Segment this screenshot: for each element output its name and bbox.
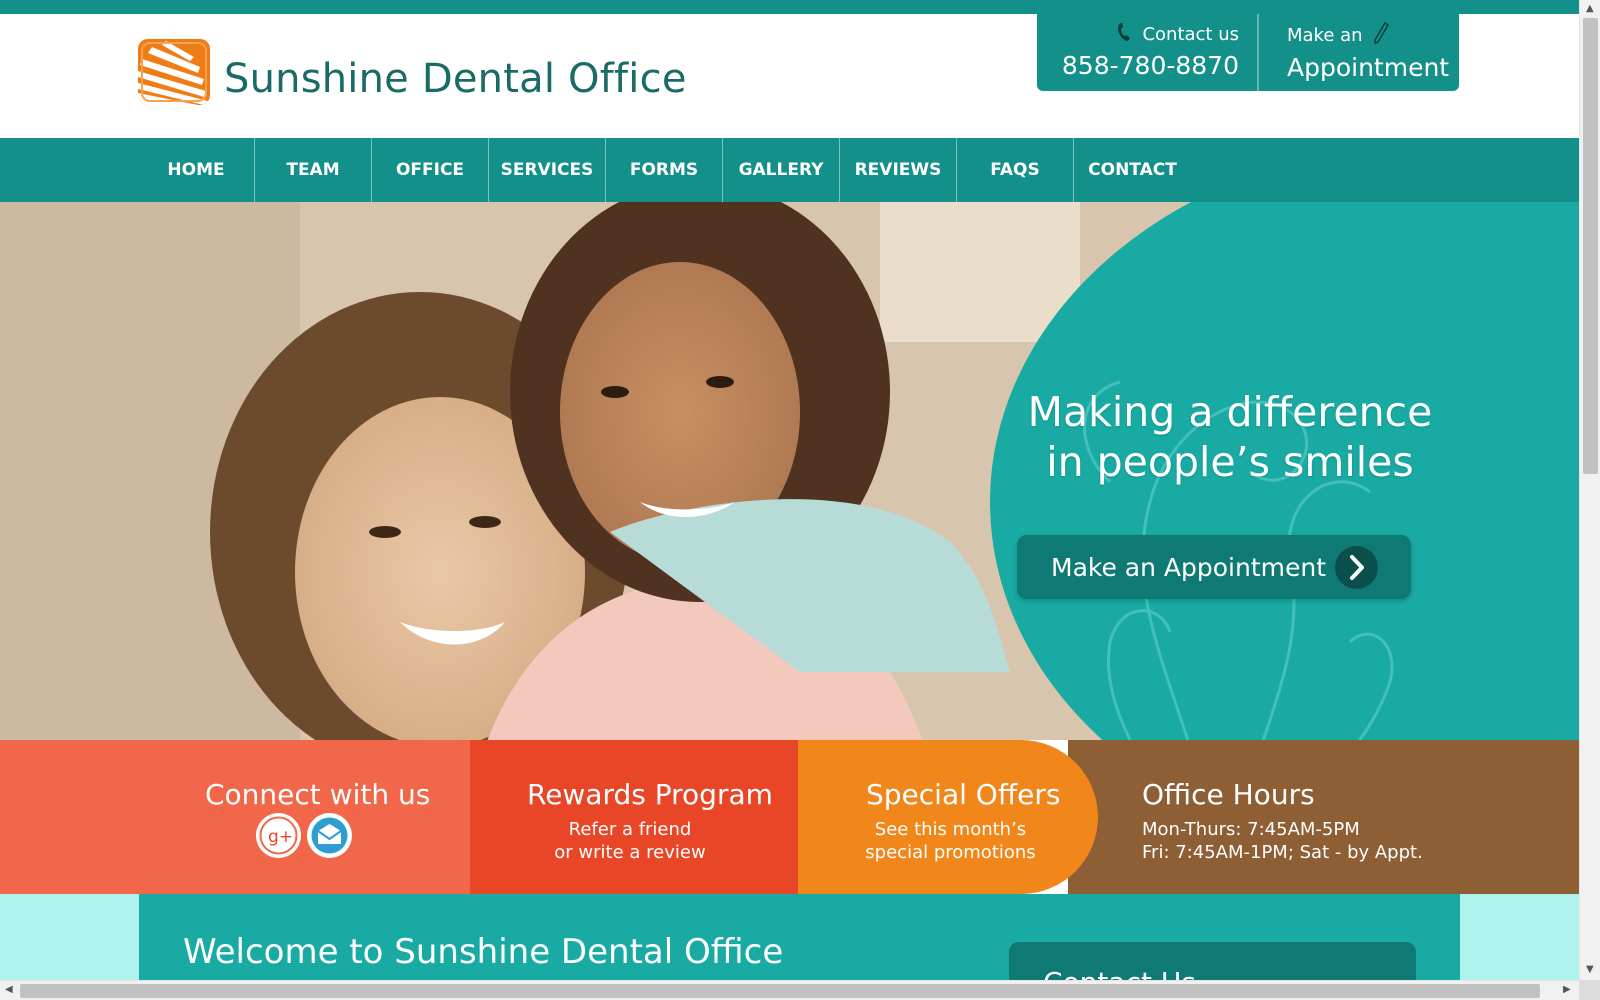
nav-item-office[interactable]: OFFICE xyxy=(372,138,489,202)
offers-line-1: See this month’s xyxy=(874,819,1027,840)
email-icon[interactable] xyxy=(307,813,352,858)
scroll-left-icon[interactable]: ◀ xyxy=(5,984,13,995)
site-header: Sunshine Dental Office Contact us 858-78… xyxy=(0,14,1579,138)
offers-title: Special Offers xyxy=(866,778,1061,811)
hours-panel: Office Hours Mon-Thurs: 7:45AM-5PM Fri: … xyxy=(1068,740,1579,894)
offers-panel[interactable]: Special Offers See this month’s special … xyxy=(798,740,1098,894)
nav-item-forms[interactable]: FORMS xyxy=(606,138,723,202)
contact-card-title: Contact Us xyxy=(1043,966,1196,980)
rewards-title: Rewards Program xyxy=(527,778,773,811)
hero-headline: Making a difference in people’s smiles xyxy=(1000,387,1460,487)
nav-item-reviews[interactable]: REVIEWS xyxy=(840,138,957,202)
phone-contact[interactable]: Contact us 858-780-8870 xyxy=(1037,14,1259,91)
phone-icon xyxy=(1116,22,1132,47)
contact-us-label: Contact us xyxy=(1142,24,1239,45)
hours-line-1: Mon-Thurs: 7:45AM-5PM xyxy=(1142,819,1360,840)
info-bar: Connect with us g+ Rewards Program Refer… xyxy=(0,740,1579,894)
page: Sunshine Dental Office Contact us 858-78… xyxy=(0,0,1579,980)
main-nav: HOME TEAM OFFICE SERVICES FORMS GALLERY … xyxy=(0,138,1579,202)
nav-item-contact[interactable]: CONTACT xyxy=(1074,138,1191,202)
make-appointment-label: Make an Appointment xyxy=(1051,552,1327,582)
brand-name: Sunshine Dental Office xyxy=(224,56,687,102)
scroll-right-icon[interactable]: ▶ xyxy=(1563,984,1571,995)
connect-panel: Connect with us g+ xyxy=(0,740,470,894)
scroll-up-icon[interactable]: ▲ xyxy=(1586,3,1594,14)
vertical-scrollbar[interactable]: ▲ ▼ xyxy=(1579,0,1600,980)
phone-number: 858-780-8870 xyxy=(1061,51,1239,80)
vertical-scroll-thumb[interactable] xyxy=(1583,18,1598,474)
nav-item-faqs[interactable]: FAQS xyxy=(957,138,1074,202)
google-plus-icon[interactable]: g+ xyxy=(256,813,301,858)
scrollbar-corner xyxy=(1579,980,1600,1000)
scroll-down-icon[interactable]: ▼ xyxy=(1586,964,1594,975)
nav-item-gallery[interactable]: GALLERY xyxy=(723,138,840,202)
contact-box: Contact us 858-780-8870 Make an Appointm… xyxy=(1037,14,1459,91)
headline-line-2: in people’s smiles xyxy=(1046,438,1414,486)
nav-item-team[interactable]: TEAM xyxy=(255,138,372,202)
top-strip xyxy=(0,0,1579,14)
connect-title: Connect with us xyxy=(205,778,431,811)
headline-line-1: Making a difference xyxy=(1027,388,1433,436)
hero-banner: Making a difference in people’s smiles M… xyxy=(0,202,1579,740)
offers-line-2: special promotions xyxy=(865,842,1036,863)
site-logo[interactable]: Sunshine Dental Office xyxy=(138,39,687,105)
rewards-panel[interactable]: Rewards Program Refer a friend or write … xyxy=(470,740,798,894)
horizontal-scrollbar[interactable]: ◀ ▶ xyxy=(0,980,1579,1000)
sun-logo-icon xyxy=(138,39,210,105)
appointment-label: Appointment xyxy=(1287,53,1450,82)
svg-text:g+: g+ xyxy=(268,827,293,847)
make-an-label: Make an xyxy=(1287,25,1363,46)
appointment-link[interactable]: Make an Appointment xyxy=(1259,14,1459,91)
contact-card: Contact Us xyxy=(1009,942,1416,980)
rewards-line-1: Refer a friend xyxy=(568,819,692,840)
horizontal-scroll-thumb[interactable] xyxy=(20,984,1540,998)
chevron-right-icon xyxy=(1335,546,1378,589)
hours-title: Office Hours xyxy=(1142,778,1315,811)
welcome-section: Welcome to Sunshine Dental Office Contac… xyxy=(139,894,1460,980)
hours-line-2: Fri: 7:45AM-1PM; Sat - by Appt. xyxy=(1142,842,1423,863)
make-appointment-button[interactable]: Make an Appointment xyxy=(1017,535,1411,599)
rewards-line-2: or write a review xyxy=(554,842,706,863)
nav-item-services[interactable]: SERVICES xyxy=(489,138,606,202)
pen-icon xyxy=(1373,21,1389,49)
welcome-title: Welcome to Sunshine Dental Office xyxy=(183,932,784,972)
nav-item-home[interactable]: HOME xyxy=(138,138,255,202)
